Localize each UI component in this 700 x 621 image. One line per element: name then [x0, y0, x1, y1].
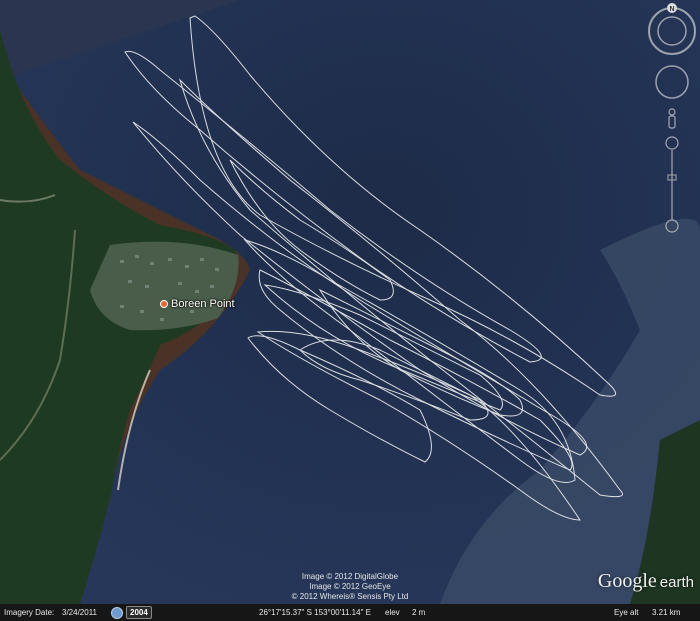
copyright-line: Image © 2012 DigitalGlobe	[301, 572, 399, 581]
map-viewport[interactable]: Boreen Point N Image © 2012 DigitalGlobe…	[0, 0, 700, 604]
historical-imagery-icon[interactable]	[111, 607, 123, 619]
place-marker-icon[interactable]	[160, 300, 168, 309]
place-label-text: Boreen Point	[171, 298, 235, 310]
street-view-pegman-icon[interactable]	[668, 108, 676, 129]
look-control[interactable]	[648, 7, 696, 55]
svg-text:N: N	[669, 6, 674, 13]
imagery-date-label: Imagery Date:	[4, 608, 55, 617]
elevation-value: 2 m	[412, 608, 426, 617]
elevation-label: elev	[385, 608, 400, 617]
historical-year-button[interactable]: 2004	[126, 606, 152, 619]
copyright-line: © 2012 Whereis® Sensis Pty Ltd	[291, 592, 409, 601]
status-bar: Imagery Date: 3/24/2011 2004 26°17'15.37…	[0, 604, 700, 621]
logo-earth: earth	[659, 574, 694, 591]
pointer-coordinates: 26°17'15.37" S 153°00'11.14" E	[259, 608, 371, 617]
nav-controls-svg: N	[648, 3, 696, 233]
navigation-controls: N	[644, 0, 700, 240]
satellite-map[interactable]	[0, 0, 700, 604]
google-earth-logo: Google earth	[598, 570, 694, 593]
eye-alt-label: Eye alt	[614, 608, 639, 617]
logo-google: Google	[597, 570, 657, 592]
zoom-slider[interactable]	[665, 136, 679, 233]
compass-north-icon[interactable]: N	[667, 3, 677, 13]
eye-alt-value: 3.21 km	[652, 608, 681, 617]
imagery-copyright: Image © 2012 DigitalGlobe Image © 2012 G…	[0, 572, 700, 602]
imagery-date-value: 3/24/2011	[62, 608, 97, 617]
town-area	[90, 241, 239, 331]
move-control[interactable]	[655, 65, 689, 99]
copyright-line: Image © 2012 GeoEye	[309, 582, 391, 591]
place-label[interactable]: Boreen Point	[160, 298, 235, 310]
